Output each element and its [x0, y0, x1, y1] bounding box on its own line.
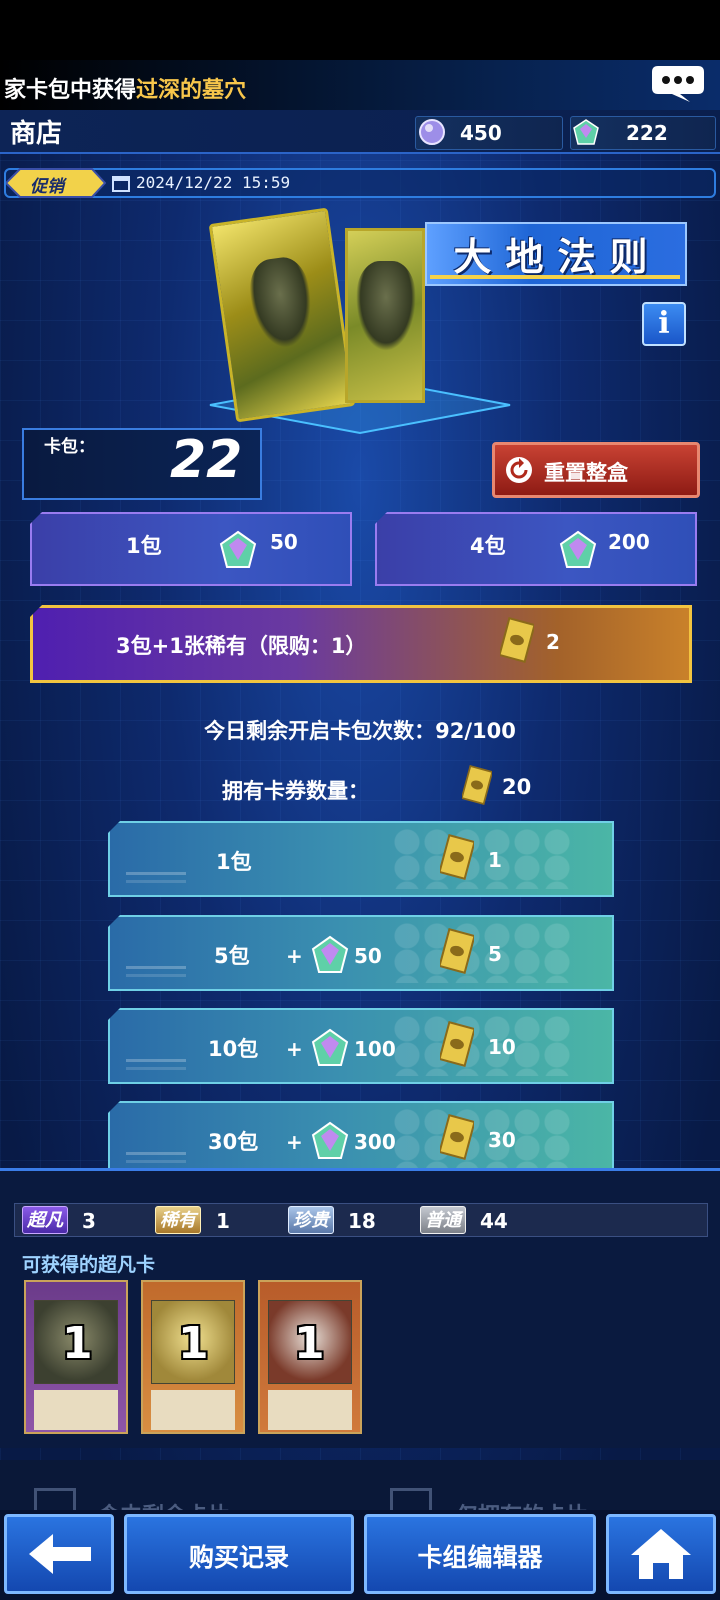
- gem-icon: [219, 530, 257, 568]
- ticket-buy-10-ticket-cost: 10: [488, 1035, 516, 1059]
- rarity-count-rare: 18: [348, 1209, 376, 1233]
- gem-icon: [311, 1121, 349, 1159]
- plus-sign: +: [286, 1130, 303, 1154]
- buy-1-pack-cost: 50: [270, 530, 298, 554]
- status-strip: [0, 0, 720, 60]
- card-text-box: [268, 1390, 352, 1430]
- back-button[interactable]: [4, 1514, 114, 1594]
- ticket-buy-1-button[interactable]: [108, 821, 614, 897]
- pack-title-underline: [430, 275, 680, 279]
- obtainable-ultra-title: 可获得的超凡卡: [22, 1254, 156, 1276]
- home-button[interactable]: [606, 1514, 716, 1594]
- pack-figure-art: [245, 254, 318, 352]
- calendar-icon: [112, 176, 130, 192]
- ticket-icon: [440, 834, 474, 880]
- notice-highlight: 过深的墓穴: [136, 78, 247, 103]
- home-icon: [631, 1529, 691, 1579]
- coupon-count-label: 拥有卡券数量：: [222, 779, 369, 803]
- rarity-badge-normal: 普通: [420, 1206, 466, 1234]
- ticket-buy-10-label: 10包: [208, 1037, 259, 1061]
- ticket-buy-5-gem-cost: 50: [354, 944, 382, 968]
- orb-icon: [419, 119, 445, 145]
- gem-icon: [311, 1028, 349, 1066]
- plus-sign: +: [286, 944, 303, 968]
- plus-sign: +: [286, 1037, 303, 1061]
- page-title: 商店: [10, 119, 63, 149]
- ticket-icon: [500, 617, 534, 663]
- chat-button[interactable]: [650, 64, 706, 104]
- card-text-box: [151, 1390, 235, 1430]
- buy-1-pack-gem-button[interactable]: [30, 512, 352, 586]
- card-count: 1: [178, 1318, 209, 1369]
- rarity-badge-super: 稀有: [155, 1206, 201, 1234]
- ticket-buy-30-label: 30包: [208, 1130, 259, 1154]
- ticket-buy-1-label: 1包: [216, 850, 252, 874]
- refresh-icon: [506, 457, 532, 483]
- promo-bar: [4, 168, 716, 198]
- rarity-badge-ultra: 超凡: [22, 1206, 68, 1234]
- rarity-count-normal: 44: [480, 1209, 508, 1233]
- hex-pattern: [392, 1016, 572, 1076]
- rarity-badge-rare: 珍贵: [288, 1206, 334, 1234]
- pack-box-figure-art: [356, 261, 416, 351]
- promo-date: 2024/12/22 15:59: [136, 173, 291, 192]
- row-dash-decor: [126, 872, 186, 875]
- hex-pattern: [392, 923, 572, 983]
- coupon-count-value: 20: [502, 775, 532, 799]
- ticket-icon: [462, 765, 492, 805]
- ticket-icon: [440, 1114, 474, 1160]
- currency-gem-value: 222: [626, 121, 668, 145]
- notice-text: 家卡包中获得过深的墓穴: [4, 72, 246, 104]
- gem-icon: [573, 119, 599, 145]
- ticket-icon: [440, 1021, 474, 1067]
- ticket-buy-30-gem-cost: 300: [354, 1130, 396, 1154]
- currency-orb-value: 450: [460, 121, 502, 145]
- reset-box-label: 重置整盒: [544, 461, 628, 485]
- chat-icon: [652, 66, 704, 102]
- info-button[interactable]: i: [642, 302, 686, 346]
- notice-prefix: 家卡包中获得: [4, 78, 137, 103]
- pack-count-value: 22: [170, 430, 243, 490]
- ticket-icon: [440, 928, 474, 974]
- info-icon: i: [658, 306, 670, 341]
- gem-icon: [559, 530, 597, 568]
- special-pack-cost: 2: [546, 630, 560, 654]
- card-count: 1: [62, 1318, 93, 1369]
- row-dash-decor: [126, 1059, 186, 1062]
- row-dash-decor: [126, 966, 186, 969]
- card-text-box: [34, 1390, 118, 1430]
- back-arrow-icon: [29, 1534, 91, 1574]
- buy-4-pack-cost: 200: [608, 530, 650, 554]
- ticket-buy-30-ticket-cost: 30: [488, 1128, 516, 1152]
- row-dash-decor: [126, 1152, 186, 1155]
- pack-count-label: 卡包：: [44, 437, 95, 457]
- hex-pattern: [392, 829, 572, 889]
- buy-1-pack-label: 1包: [126, 534, 162, 558]
- rarity-count-ultra: 3: [82, 1209, 96, 1233]
- rarity-count-super: 1: [216, 1209, 230, 1233]
- gem-icon: [311, 935, 349, 973]
- remaining-opens-text: 今日剩余开启卡包次数：92/100: [204, 719, 516, 743]
- ticket-buy-1-ticket-cost: 1: [488, 848, 502, 872]
- pack-box-image: [345, 228, 425, 403]
- deck-editor-label: 卡组编辑器: [417, 1543, 543, 1572]
- promo-tag: 促销: [30, 177, 64, 197]
- hex-pattern: [392, 1109, 572, 1169]
- ticket-buy-10-gem-cost: 100: [354, 1037, 396, 1061]
- pack-title: 大地法则: [453, 234, 662, 279]
- purchase-history-label: 购买记录: [188, 1543, 289, 1572]
- card-count: 1: [294, 1318, 325, 1369]
- special-pack-label: 3包+1张稀有（限购：1）: [116, 634, 367, 658]
- buy-4-pack-label: 4包: [470, 534, 506, 558]
- ticket-buy-5-ticket-cost: 5: [488, 942, 502, 966]
- ticket-buy-5-label: 5包: [214, 944, 250, 968]
